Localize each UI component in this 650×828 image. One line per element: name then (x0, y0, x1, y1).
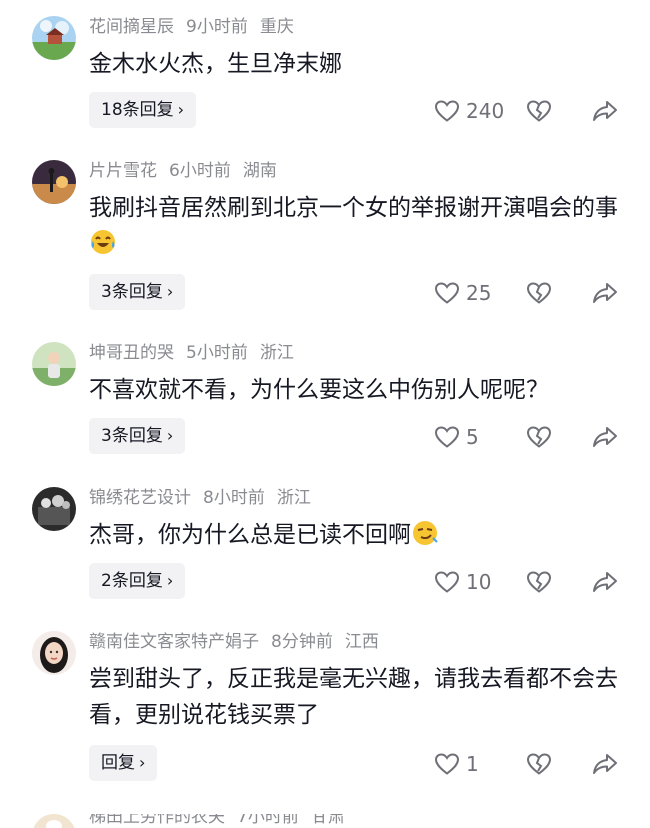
reply-label: 3条回复 (101, 282, 163, 302)
username[interactable]: 坤哥丑的哭 (89, 343, 174, 363)
chevron-right-icon: › (177, 100, 185, 119)
avatar[interactable] (32, 160, 76, 204)
username[interactable]: 赣南佳文客家特产娟子 (89, 632, 259, 652)
comment-meta: 花间摘星辰 9小时前 重庆 (89, 16, 306, 38)
chevron-right-icon: › (139, 753, 146, 772)
like-count: 25 (466, 281, 492, 305)
view-replies-button[interactable]: 3条回复 › (89, 418, 186, 454)
view-replies-button[interactable]: 18条回复 › (89, 92, 197, 128)
comment-item: 花间摘星辰 9小时前 重庆 金木水火杰，生旦净末娜 18条回复 › 240 (0, 16, 650, 166)
comment-location: 湖南 (242, 161, 277, 181)
comment-time: 8小时前 (203, 488, 265, 508)
comment-text: 不喜欢就不看，为什么要这么中伤别人呢呢？ (89, 372, 624, 408)
view-replies-button[interactable]: 3条回复 › (89, 274, 186, 310)
comment-item: 坤哥丑的哭 5小时前 浙江 不喜欢就不看，为什么要这么中伤别人呢呢？ 3条回复 › 5 (0, 342, 650, 482)
share-arrow-icon[interactable] (592, 98, 618, 124)
like-button[interactable]: 240 (434, 96, 504, 126)
share-arrow-icon[interactable] (592, 569, 618, 595)
comment-time: 5小时前 (186, 343, 248, 363)
comment-item: 锦绣花艺设计 8小时前 浙江 杰哥，你为什么总是已读不回啊 2条回复 › 10 (0, 487, 650, 627)
comment-location: 浙江 (276, 488, 311, 508)
like-button[interactable]: 25 (434, 278, 491, 308)
comment-location: 甘肃 (310, 814, 345, 827)
broken-heart-icon[interactable] (526, 569, 552, 595)
comment-text: 尝到甜头了，反正我是毫无兴趣，请我去看都不会去看，更别说花钱买票了 (89, 661, 624, 733)
username[interactable]: 梯田上劳作的农夫 (89, 814, 225, 827)
comment-location: 浙江 (259, 343, 294, 363)
view-replies-button[interactable]: 2条回复 › (89, 563, 186, 599)
comment-time: 7小时前 (237, 814, 299, 827)
reply-label: 18条回复 (101, 100, 174, 120)
like-count: 5 (466, 425, 479, 449)
username[interactable]: 片片雪花 (89, 161, 157, 181)
reply-label: 回复 (101, 753, 135, 773)
smirk-emoji (413, 521, 438, 545)
comment-location: 江西 (344, 632, 379, 652)
username[interactable]: 锦绣花艺设计 (89, 488, 191, 508)
comment-text-content: 杰哥，你为什么总是已读不回啊 (89, 522, 411, 548)
laughing-crying-emoji (91, 230, 115, 254)
broken-heart-icon[interactable] (526, 424, 552, 450)
avatar[interactable] (32, 631, 76, 675)
comment-meta: 梯田上劳作的农夫 7小时前 甘肃 (89, 814, 357, 828)
share-arrow-icon[interactable] (592, 424, 618, 450)
username[interactable]: 花间摘星辰 (89, 17, 174, 37)
like-button[interactable]: 1 (434, 749, 479, 779)
heart-outline-icon (434, 571, 460, 593)
share-arrow-icon[interactable] (592, 751, 618, 777)
like-button[interactable]: 10 (434, 567, 491, 597)
chevron-right-icon: › (166, 282, 174, 301)
heart-outline-icon (434, 100, 460, 122)
comment-time: 6小时前 (169, 161, 231, 181)
comment-time: 9小时前 (186, 17, 248, 37)
comment-text-content: 金木水火杰，生旦净末娜 (89, 51, 342, 77)
comment-meta: 片片雪花 6小时前 湖南 (89, 160, 289, 182)
heart-outline-icon (434, 282, 460, 304)
comment-meta: 赣南佳文客家特产娟子 8分钟前 江西 (89, 631, 391, 653)
avatar[interactable] (32, 16, 76, 60)
comment-item: 赣南佳文客家特产娟子 8分钟前 江西 尝到甜头了，反正我是毫无兴趣，请我去看都不会去… (0, 631, 650, 801)
comment-text: 金木水火杰，生旦净末娜 (89, 46, 624, 82)
avatar[interactable] (32, 814, 76, 828)
broken-heart-icon[interactable] (526, 98, 552, 124)
like-count: 10 (466, 570, 492, 594)
chevron-right-icon: › (166, 426, 174, 445)
comment-item: 梯田上劳作的农夫 7小时前 甘肃 (0, 814, 650, 828)
reply-label: 2条回复 (101, 571, 163, 591)
like-count: 240 (466, 99, 505, 123)
comment-time: 8分钟前 (271, 632, 333, 652)
comment-text-content: 尝到甜头了，反正我是毫无兴趣，请我去看都不会去看，更别说花钱买票了 (89, 666, 618, 728)
comment-meta: 锦绣花艺设计 8小时前 浙江 (89, 487, 323, 509)
heart-outline-icon (434, 426, 460, 448)
avatar[interactable] (32, 342, 76, 386)
comment-text: 我刷抖音居然刷到北京一个女的举报谢开演唱会的事 (89, 190, 624, 262)
comment-location: 重庆 (259, 17, 294, 37)
comment-text: 杰哥，你为什么总是已读不回啊 (89, 517, 624, 553)
comment-item: 片片雪花 6小时前 湖南 我刷抖音居然刷到北京一个女的举报谢开演唱会的事 3条回复 ›… (0, 160, 650, 330)
chevron-right-icon: › (166, 571, 174, 590)
like-count: 1 (466, 752, 479, 776)
like-button[interactable]: 5 (434, 422, 479, 452)
comment-text-content: 我刷抖音居然刷到北京一个女的举报谢开演唱会的事 (89, 195, 618, 221)
comment-text-content: 不喜欢就不看，为什么要这么中伤别人呢呢？ (89, 377, 549, 403)
reply-button[interactable]: 回复 › (89, 745, 158, 781)
broken-heart-icon[interactable] (526, 280, 552, 306)
comment-meta: 坤哥丑的哭 5小时前 浙江 (89, 342, 306, 364)
reply-label: 3条回复 (101, 426, 163, 446)
share-arrow-icon[interactable] (592, 280, 618, 306)
broken-heart-icon[interactable] (526, 751, 552, 777)
avatar[interactable] (32, 487, 76, 531)
heart-outline-icon (434, 753, 460, 775)
